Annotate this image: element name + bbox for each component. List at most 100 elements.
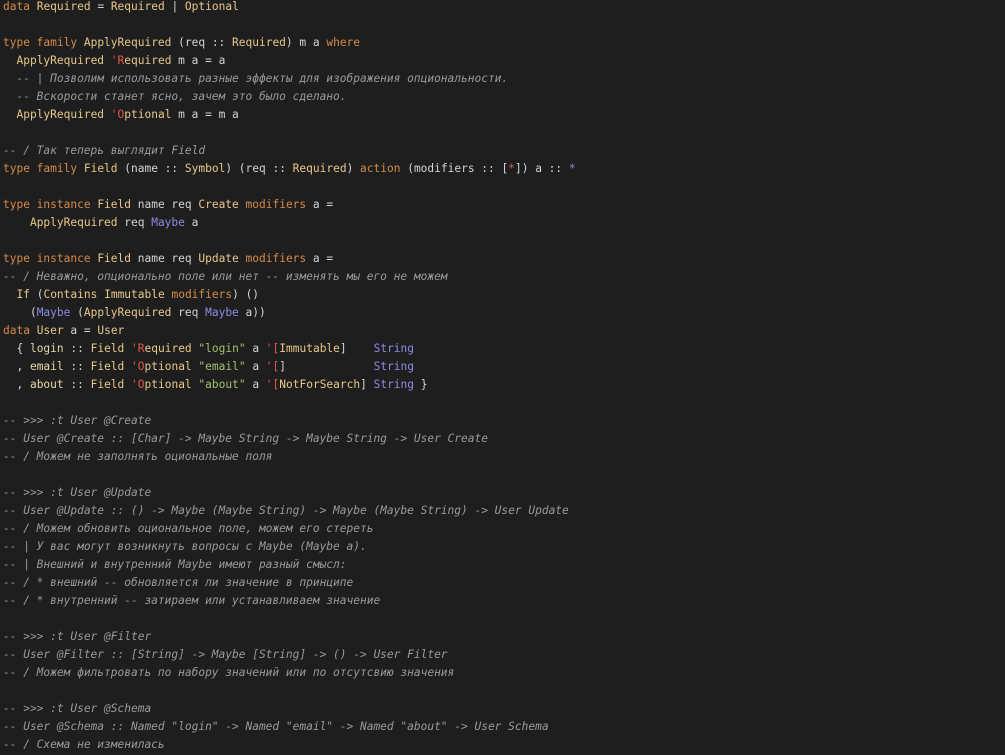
code-line: -- >>> :t User @Schema: [3, 700, 576, 718]
code-token-string: "email": [198, 360, 246, 373]
code-token-tick: '[: [265, 360, 280, 373]
code-token-default: ) m a: [285, 36, 327, 49]
code-line: -- / Можем фильтровать по набору значени…: [3, 664, 576, 682]
code-token-type: ApplyRequired: [16, 108, 105, 121]
code-line: -- | Позволим использовать разные эффект…: [3, 70, 576, 88]
code-token-type: Symbol: [184, 162, 226, 175]
code-token-default: [104, 54, 111, 67]
code-token-type: If: [16, 288, 30, 301]
code-token-default: a =: [63, 324, 98, 337]
code-token-default: ::: [63, 378, 91, 391]
code-line: , about :: Field 'Optional "about" a '[N…: [3, 376, 576, 394]
code-token-type: Optional: [184, 0, 239, 13]
code-token-type: User: [36, 324, 64, 337]
code-token-default: a: [184, 216, 199, 229]
code-token-default: ]: [360, 378, 374, 391]
code-line: -- >>> :t User @Create: [3, 412, 576, 430]
code-token-keyword: data: [3, 324, 30, 337]
code-token-comment: -- | Внешний и внутренний Maybe имеют ра…: [3, 558, 347, 571]
code-token-ident: login: [29, 342, 64, 355]
code-line: data Required = Required | Optional: [3, 0, 576, 16]
code-line: type instance Field name req Create modi…: [3, 196, 576, 214]
code-token-comment: -- User @Update :: () -> Maybe (Maybe St…: [3, 504, 569, 517]
code-token-type: ptional: [124, 108, 172, 121]
code-token-comment: -- >>> :t User @Filter: [3, 630, 152, 643]
code-token-comment: -- / Можем фильтровать по набору значени…: [3, 666, 455, 679]
code-token-default: |: [164, 0, 185, 13]
code-token-type: Required: [110, 0, 165, 13]
code-token-comment: -- User @Filter :: [String] -> Maybe [St…: [3, 648, 448, 661]
code-token-comment: -- User @Schema :: Named "login" -> Name…: [3, 720, 549, 733]
code-line: -- / * внутренний -- затираем или устана…: [3, 592, 576, 610]
code-token-type: Update: [198, 252, 239, 265]
code-token-default: [3, 108, 16, 121]
code-token-default: [239, 198, 246, 211]
code-editor[interactable]: data Required = Required | Optional type…: [3, 0, 576, 754]
code-token-default: (req ::: [171, 36, 233, 49]
code-line: -- / Неважно, опционально поле или нет -…: [3, 268, 576, 286]
code-token-tick: 'R: [131, 342, 145, 355]
code-token-comment: -- / Можем обновить оциональное поле, мо…: [3, 522, 374, 535]
code-token-type: ApplyRequired: [83, 306, 172, 319]
code-token-default: [30, 324, 37, 337]
code-token-comment: -- / Неважно, опционально поле или нет -…: [3, 270, 448, 283]
code-token-default: a: [245, 360, 266, 373]
code-line: { login :: Field 'Required "login" a '[I…: [3, 340, 576, 358]
code-token-comment: -- | Позволим использовать разные эффект…: [3, 72, 509, 85]
code-token-constructor: String: [373, 342, 415, 355]
code-token-default: ) (req ::: [225, 162, 293, 175]
code-token-tick: 'O: [110, 108, 125, 121]
code-token-default: a =: [306, 198, 334, 211]
code-token-comment: -- >>> :t User @Update: [3, 486, 152, 499]
code-line: -- >>> :t User @Update: [3, 484, 576, 502]
code-token-constructor: Maybe: [36, 306, 71, 319]
code-token-type: Field: [90, 360, 125, 373]
code-token-default: ,: [3, 378, 30, 391]
code-token-comment: -- / * внешний -- обновляется ли значени…: [3, 576, 354, 589]
code-line: -- | У вас могут возникнуть вопросы с Ma…: [3, 538, 576, 556]
code-token-default: [3, 216, 30, 229]
code-token-tick: *: [508, 162, 515, 175]
code-line: -- | Внешний и внутренний Maybe имеют ра…: [3, 556, 576, 574]
code-token-type: Field: [97, 198, 131, 211]
code-line: type family ApplyRequired (req :: Requir…: [3, 34, 576, 52]
code-line: -- / Можем обновить оциональное поле, мо…: [3, 520, 576, 538]
code-token-default: [30, 0, 37, 13]
code-token-keyword: type instance: [3, 198, 91, 211]
code-token-tick: 'O: [131, 360, 145, 373]
code-token-default: [77, 36, 84, 49]
code-token-type: ptional: [144, 360, 192, 373]
code-token-type: Immutable: [279, 342, 340, 355]
code-token-default: [3, 288, 16, 301]
code-token-default: ]) a ::: [515, 162, 569, 175]
code-token-comment: -- >>> :t User @Schema: [3, 702, 152, 715]
code-token-type: Field: [83, 162, 118, 175]
code-token-keyword: modifiers: [171, 288, 233, 301]
code-token-default: ::: [63, 342, 91, 355]
code-token-default: (: [29, 288, 44, 301]
code-line: -- User @Create :: [Char] -> Maybe Strin…: [3, 430, 576, 448]
code-token-default: a: [245, 378, 266, 391]
code-token-type: User: [97, 324, 125, 337]
code-line: -- / Так теперь выглядит Field: [3, 142, 576, 160]
code-line: -- User @Schema :: Named "login" -> Name…: [3, 718, 576, 736]
code-token-string: "login": [198, 342, 246, 355]
code-line: If (Contains Immutable modifiers) (): [3, 286, 576, 304]
code-token-tick: 'R: [110, 54, 125, 67]
code-token-keyword: modifiers: [245, 252, 307, 265]
code-token-default: ]: [339, 342, 374, 355]
code-token-type: Field: [97, 252, 131, 265]
code-line: -- / * внешний -- обновляется ли значени…: [3, 574, 576, 592]
code-token-type: Required: [292, 162, 347, 175]
code-line: -- / Схема не изменилась: [3, 736, 576, 754]
code-token-comment: -- / * внутренний -- затираем или устана…: [3, 594, 381, 607]
code-line: -- >>> :t User @Filter: [3, 628, 576, 646]
code-token-keyword: data: [3, 0, 30, 13]
code-token-type: Immutable: [104, 288, 165, 301]
code-token-default: a: [245, 342, 266, 355]
code-token-default: m a = a: [171, 54, 226, 67]
